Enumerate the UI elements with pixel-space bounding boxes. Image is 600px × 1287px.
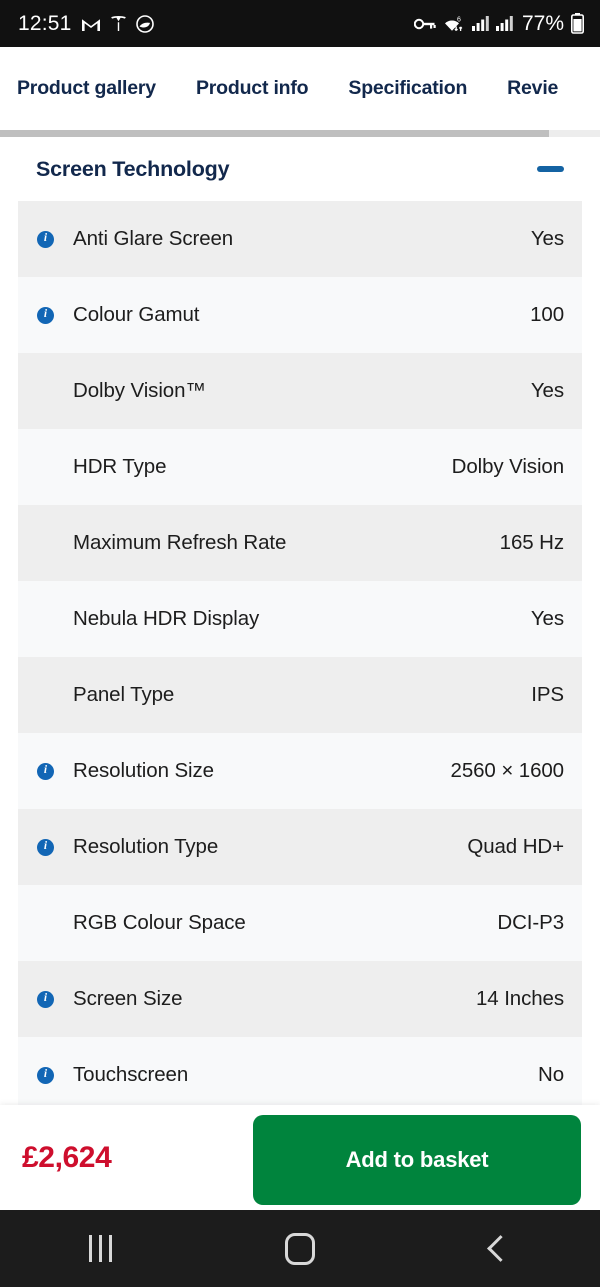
info-icon[interactable]: i	[37, 762, 54, 780]
spec-label: Colour Gamut	[73, 303, 200, 326]
info-icon[interactable]: i	[37, 990, 54, 1008]
add-to-basket-button[interactable]: Add to basket	[253, 1115, 581, 1205]
tab-product-info[interactable]: Product info	[196, 78, 309, 99]
spec-row: i Screen Size 14 Inches	[18, 961, 582, 1037]
spec-row: i Colour Gamut 100	[18, 277, 582, 353]
spec-value: Yes	[530, 227, 564, 250]
spec-value: Dolby Vision	[451, 455, 564, 478]
spec-label: Nebula HDR Display	[73, 607, 260, 630]
back-icon	[486, 1235, 514, 1262]
spec-row-icon-slot: i	[18, 990, 73, 1008]
tab-product-gallery[interactable]: Product gallery	[17, 78, 156, 99]
spec-label: Anti Glare Screen	[73, 227, 234, 250]
spec-row: i Resolution Size 2560 × 1600	[18, 733, 582, 809]
spec-label: Resolution Type	[73, 835, 219, 858]
android-nav-bar	[0, 1210, 600, 1287]
section-title: Screen Technology	[36, 156, 230, 181]
back-button[interactable]	[440, 1210, 560, 1287]
spec-label: Maximum Refresh Rate	[73, 531, 287, 554]
spec-row-icon-slot: i	[18, 762, 73, 780]
spec-row-icon-slot: i	[18, 838, 73, 856]
spec-row: Dolby Vision™ Yes	[18, 353, 582, 429]
specification-list: i Anti Glare Screen Yes i Colour Gamut 100 Dol…	[0, 201, 600, 1105]
spec-row-icon-slot: i	[18, 1066, 73, 1084]
tab-reviews[interactable]: Revie	[507, 78, 558, 99]
tab-scrollbar-thumb[interactable]	[0, 130, 549, 137]
info-icon[interactable]: i	[37, 838, 54, 856]
gmail-icon	[81, 16, 101, 32]
info-icon[interactable]: i	[37, 306, 54, 324]
spec-row: RGB Colour Space DCI-P3	[18, 885, 582, 961]
spec-row-icon-slot: i	[18, 230, 73, 248]
minus-icon[interactable]	[537, 166, 564, 172]
spec-value: Yes	[530, 607, 564, 630]
spec-value: 2560 × 1600	[450, 759, 565, 782]
spec-row: i Resolution Type Quad HD+	[18, 809, 582, 885]
spec-value: No	[537, 1063, 564, 1086]
spec-label: Touchscreen	[73, 1063, 189, 1086]
recents-icon	[88, 1235, 112, 1262]
status-bar-right: 6 77%	[413, 11, 584, 36]
sticky-buy-bar: £2,624 Add to basket	[0, 1105, 600, 1210]
phone-screen: 12:51 6 77% Product gallery Product info…	[0, 0, 600, 1287]
spec-value: 100	[530, 303, 564, 326]
product-price: £2,624	[22, 1140, 112, 1174]
spec-label: Resolution Size	[73, 759, 214, 782]
section-header-screen-technology[interactable]: Screen Technology	[0, 140, 600, 198]
spec-value: Quad HD+	[467, 835, 564, 858]
recents-button[interactable]	[40, 1210, 160, 1287]
spec-label: RGB Colour Space	[73, 911, 246, 934]
spec-value: IPS	[531, 683, 564, 706]
spec-row-icon-slot: i	[18, 306, 73, 324]
status-bar-left: 12:51	[18, 12, 154, 36]
spec-label: Screen Size	[73, 987, 183, 1010]
status-clock: 12:51	[18, 11, 72, 35]
spec-value: DCI-P3	[497, 911, 564, 934]
android-status-bar: 12:51 6 77%	[0, 0, 600, 47]
info-icon[interactable]: i	[37, 1066, 54, 1084]
vpn-key-icon	[413, 17, 436, 31]
signal-bars-icon	[471, 16, 489, 31]
home-button[interactable]	[240, 1210, 360, 1287]
battery-icon	[571, 13, 584, 34]
signal-bars-2-icon	[495, 16, 513, 31]
section-tab-bar[interactable]: Product gallery Product info Specificati…	[0, 47, 600, 130]
spec-value: Yes	[530, 379, 564, 402]
battery-percent-label: 77%	[521, 11, 564, 35]
spec-value: 14 Inches	[476, 987, 564, 1010]
tab-specification[interactable]: Specification	[348, 78, 467, 99]
spec-label: HDR Type	[73, 455, 167, 478]
wifi-6-icon: 6	[443, 15, 465, 33]
home-icon	[285, 1232, 315, 1265]
spec-label: Panel Type	[73, 683, 175, 706]
spec-row: Nebula HDR Display Yes	[18, 581, 582, 657]
spec-row: Maximum Refresh Rate 165 Hz	[18, 505, 582, 581]
spec-row: HDR Type Dolby Vision	[18, 429, 582, 505]
spec-row: Panel Type IPS	[18, 657, 582, 733]
app-circle-icon	[135, 14, 154, 33]
info-icon[interactable]: i	[37, 230, 54, 248]
svg-text:6: 6	[457, 16, 461, 23]
tesla-icon	[110, 15, 127, 32]
spec-value: 165 Hz	[499, 531, 564, 554]
spec-row: i Anti Glare Screen Yes	[18, 201, 582, 277]
spec-label: Dolby Vision™	[73, 379, 206, 402]
spec-row: i Touchscreen No	[18, 1037, 582, 1105]
